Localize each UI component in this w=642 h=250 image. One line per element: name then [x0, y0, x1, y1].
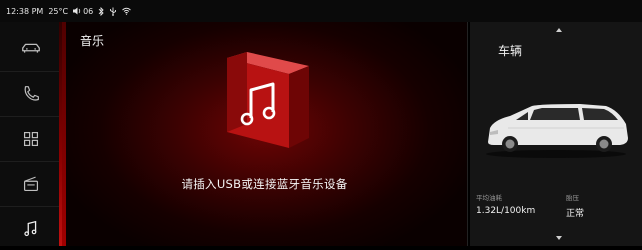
clock: 12:38 PM [6, 6, 44, 16]
music-note-icon [24, 220, 37, 236]
scroll-up-icon[interactable] [556, 28, 562, 32]
nav-music[interactable] [0, 206, 62, 250]
scroll-down-icon[interactable] [556, 236, 562, 240]
usb-icon [109, 7, 117, 16]
vehicle-title: 车辆 [498, 44, 523, 58]
music-panel: 音乐 请插入USB或连接蓝牙音乐设备 [62, 22, 468, 246]
tire-pressure-label: 胎压 [566, 194, 579, 202]
nav-vehicle[interactable] [0, 26, 62, 70]
tire-pressure-value: 正常 [566, 209, 585, 219]
phone-icon [24, 85, 39, 101]
wifi-icon [122, 7, 132, 15]
insert-usb-hint: 请插入USB或连接蓝牙音乐设备 [181, 177, 348, 191]
vehicle-panel[interactable]: 车辆 平均油耗 1.32L/100km 胎压 正常 [470, 22, 642, 246]
fuel-consumption-value: 1.32L/100km [476, 206, 536, 216]
volume-icon [73, 7, 82, 15]
car-icon [22, 43, 40, 53]
bluetooth-icon [98, 6, 104, 16]
status-bar: 12:38 PM 25°C 06 [0, 0, 642, 22]
volume-level: 06 [83, 6, 94, 16]
nav-radio[interactable] [0, 161, 62, 205]
grid-icon [23, 131, 39, 146]
nav-apps[interactable] [0, 116, 62, 160]
car-image [486, 104, 628, 158]
tire-pressure-stat: 胎压 正常 [566, 192, 584, 219]
radio-icon [23, 176, 39, 191]
sidebar [0, 22, 62, 246]
fuel-consumption-label: 平均油耗 [476, 194, 502, 202]
temperature: 25°C [48, 6, 69, 16]
nav-phone[interactable] [0, 71, 62, 115]
fuel-consumption-stat: 平均油耗 1.32L/100km [476, 192, 535, 216]
music-cube-icon [227, 52, 309, 148]
music-title: 音乐 [80, 34, 105, 48]
